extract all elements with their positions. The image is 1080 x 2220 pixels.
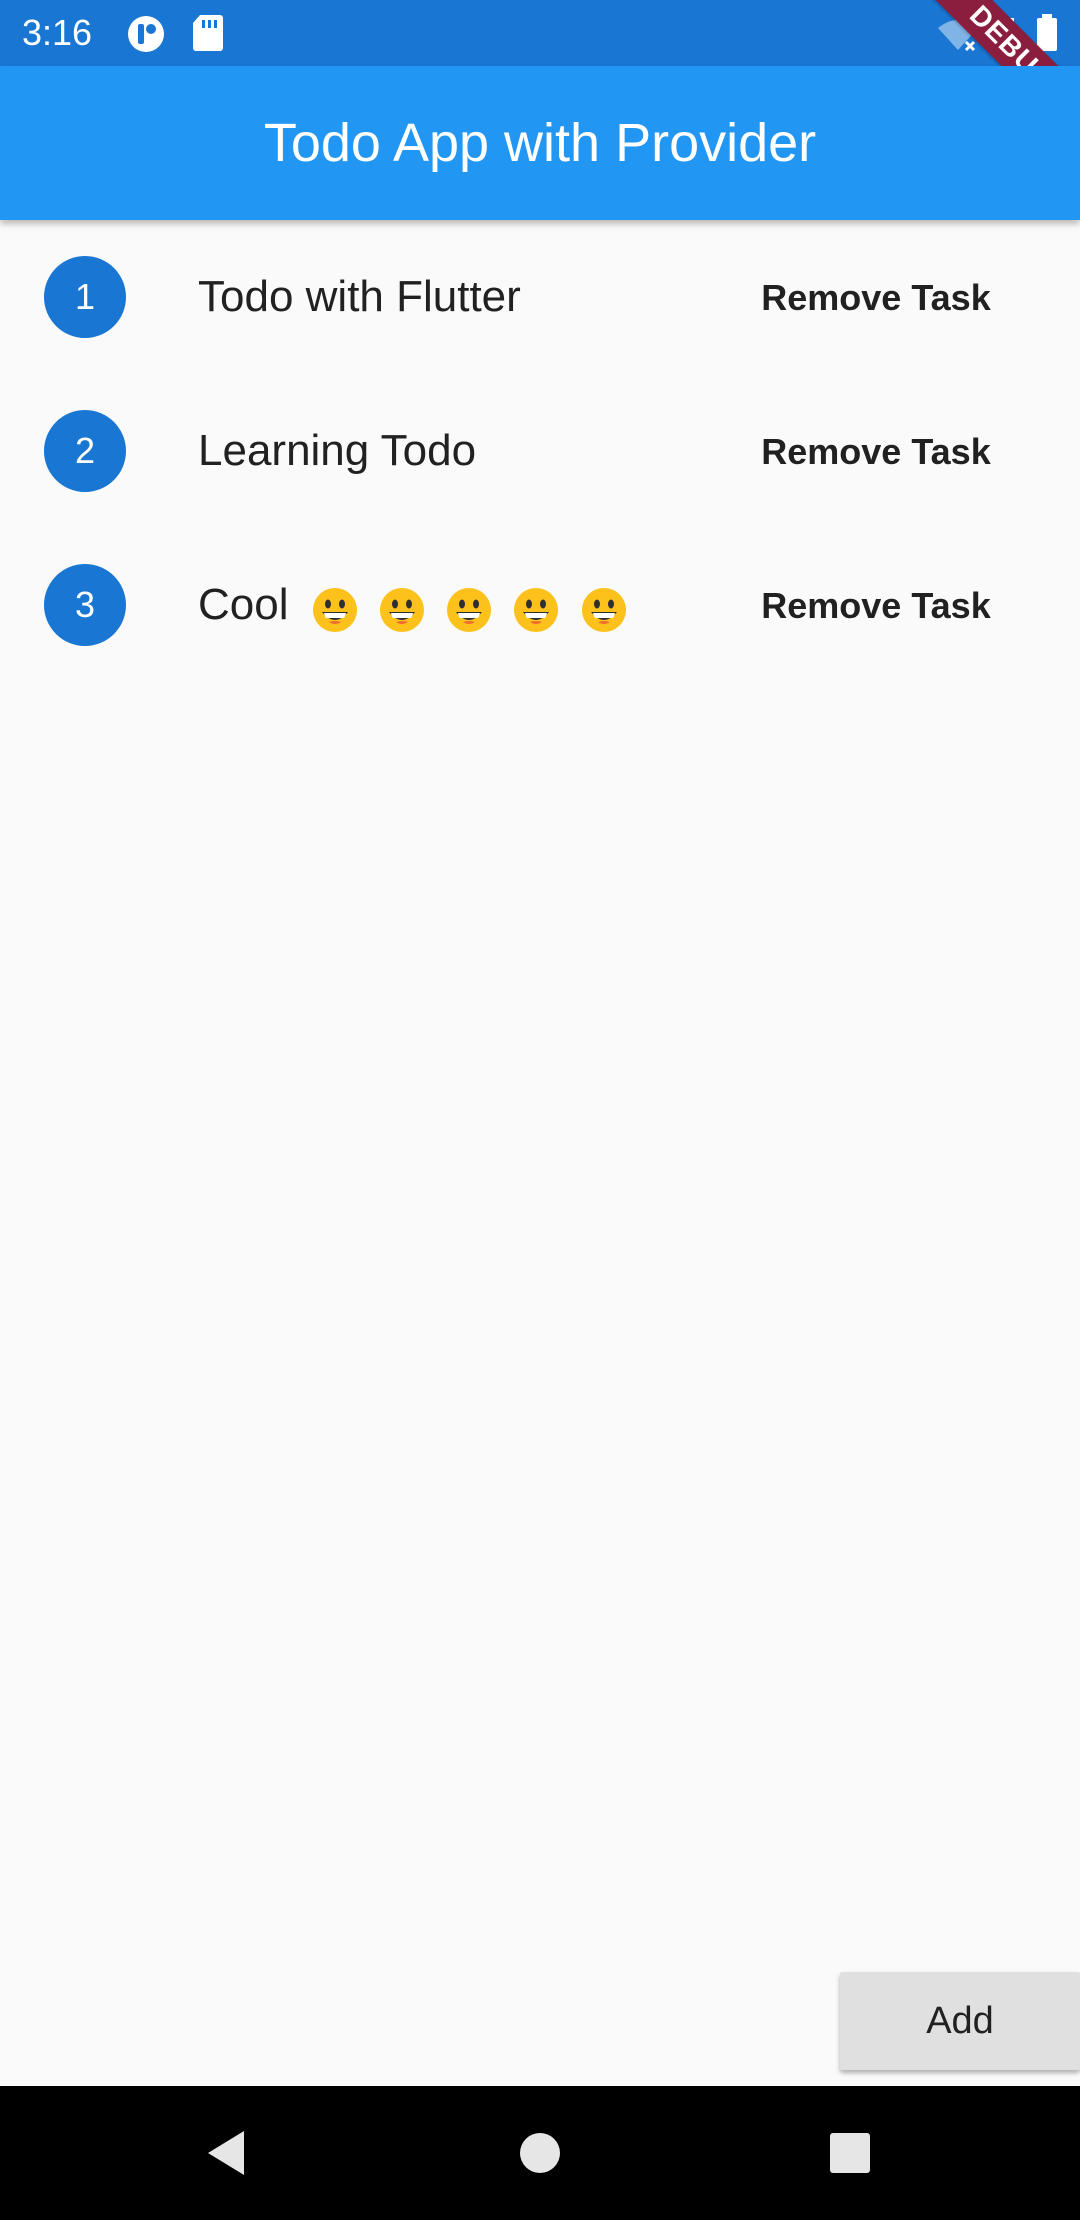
app-bar: Todo App with Provider: [0, 66, 1080, 220]
todo-title-text: Learning Todo: [198, 426, 477, 475]
notification-app-icon: [126, 14, 166, 59]
todo-number-avatar: 1: [44, 256, 126, 338]
nav-home-button[interactable]: [460, 2086, 620, 2220]
grinning-face-icon: [379, 587, 424, 632]
grinning-face-icon: [312, 587, 357, 632]
todo-number-avatar: 3: [44, 564, 126, 646]
list-item: 3 Cool Remove Task: [0, 528, 1080, 682]
remove-task-button[interactable]: Remove Task: [736, 422, 1016, 480]
todo-list: 1 Todo with Flutter Remove Task 2 Learni…: [0, 220, 1080, 682]
todo-title: Cool: [198, 578, 635, 634]
nav-back-button[interactable]: [146, 2086, 306, 2220]
remove-task-button[interactable]: Remove Task: [736, 576, 1016, 634]
recents-icon: [830, 2133, 870, 2173]
grinning-face-icon: [514, 587, 559, 632]
remove-task-button[interactable]: Remove Task: [736, 268, 1016, 326]
system-nav-bar: [0, 2086, 1080, 2220]
add-button[interactable]: Add: [840, 1972, 1080, 2070]
grinning-face-icon: [447, 587, 492, 632]
emoji-group: [311, 580, 635, 634]
grinning-face-icon: [581, 587, 626, 632]
todo-title-text: Todo with Flutter: [198, 272, 521, 321]
status-bar: 3:16 DEBUG: [0, 0, 1080, 162]
back-icon: [208, 2131, 244, 2175]
home-icon: [520, 2133, 560, 2173]
todo-title: Learning Todo: [198, 424, 476, 478]
todo-title-text: Cool: [198, 580, 289, 629]
nav-recents-button[interactable]: [770, 2086, 930, 2220]
page-title: Todo App with Provider: [263, 113, 817, 173]
todo-title: Todo with Flutter: [198, 270, 521, 324]
list-item: 1 Todo with Flutter Remove Task: [0, 220, 1080, 374]
list-item: 2 Learning Todo Remove Task: [0, 374, 1080, 528]
sd-card-icon: [192, 14, 224, 57]
status-time: 3:16: [22, 12, 93, 53]
todo-number-avatar: 2: [44, 410, 126, 492]
